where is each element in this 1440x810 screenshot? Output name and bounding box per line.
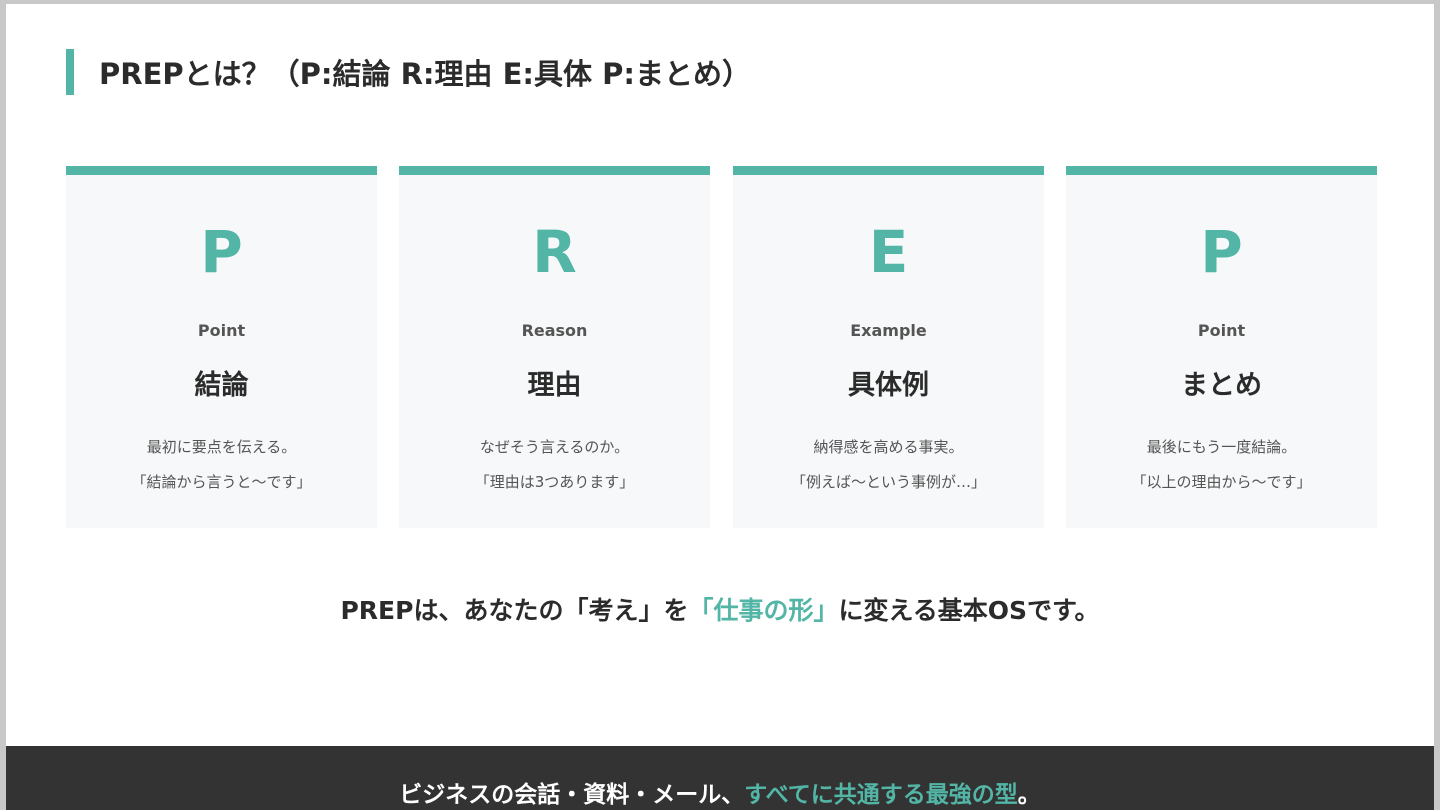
card-letter: P: [1200, 218, 1243, 286]
title-accent-bar: [66, 49, 74, 95]
slide-title: PREPとは？（P:結論 R:理由 E:具体 P:まとめ）: [99, 57, 751, 91]
card-example-phrase: 「結論から言うと〜です」: [131, 473, 312, 491]
card-english-label: Point: [1197, 321, 1246, 340]
slide: PREPとは？（P:結論 R:理由 E:具体 P:まとめ） P Point 結論…: [6, 4, 1434, 810]
summary-text-suffix: に変える基本OSです。: [838, 596, 1100, 625]
summary-text-prefix: PREPは、あなたの「考え」を: [340, 596, 689, 625]
prep-cards: P Point 結論 最初に要点を伝える。 「結論から言うと〜です」 R Rea…: [66, 166, 1377, 528]
summary-highlight: 「仕事の形」: [688, 596, 839, 625]
card-description: なぜそう言えるのか。: [479, 438, 630, 456]
card-japanese-label: 理由: [527, 370, 582, 401]
footer-text-prefix: ビジネスの会話・資料・メール、: [399, 782, 745, 808]
card-japanese-label: 具体例: [848, 370, 929, 401]
summary-statement: PREPは、あなたの「考え」を「仕事の形」に変える基本OSです。: [6, 594, 1434, 628]
card-english-label: Example: [850, 321, 927, 340]
slide-header: PREPとは？（P:結論 R:理由 E:具体 P:まとめ）: [66, 49, 751, 95]
card-letter: P: [200, 218, 243, 286]
card-example-phrase: 「例えば〜という事例が…」: [790, 473, 986, 491]
footer-banner: ビジネスの会話・資料・メール、すべてに共通する最強の型。: [6, 746, 1434, 810]
card-example-phrase: 「理由は3つあります」: [474, 473, 635, 491]
card-description: 最後にもう一度結論。: [1146, 438, 1297, 456]
card-english-label: Reason: [521, 321, 588, 340]
footer-highlight: すべてに共通する最強の型: [744, 782, 1018, 808]
card-description: 納得感を高める事実。: [813, 438, 964, 456]
footer-message: ビジネスの会話・資料・メール、すべてに共通する最強の型。: [6, 780, 1434, 810]
card-reason: R Reason 理由 なぜそう言えるのか。 「理由は3つあります」: [399, 166, 710, 528]
card-japanese-label: まとめ: [1181, 370, 1262, 401]
card-english-label: Point: [197, 321, 246, 340]
card-example-phrase: 「以上の理由から〜です」: [1131, 473, 1312, 491]
card-japanese-label: 結論: [194, 370, 249, 401]
card-letter: R: [532, 218, 577, 286]
footer-text-suffix: 。: [1017, 782, 1041, 808]
card-example: E Example 具体例 納得感を高める事実。 「例えば〜という事例が…」: [733, 166, 1044, 528]
card-letter: E: [868, 218, 909, 286]
card-description: 最初に要点を伝える。: [146, 438, 297, 456]
card-point: P Point 結論 最初に要点を伝える。 「結論から言うと〜です」: [66, 166, 377, 528]
card-point-summary: P Point まとめ 最後にもう一度結論。 「以上の理由から〜です」: [1066, 166, 1377, 528]
